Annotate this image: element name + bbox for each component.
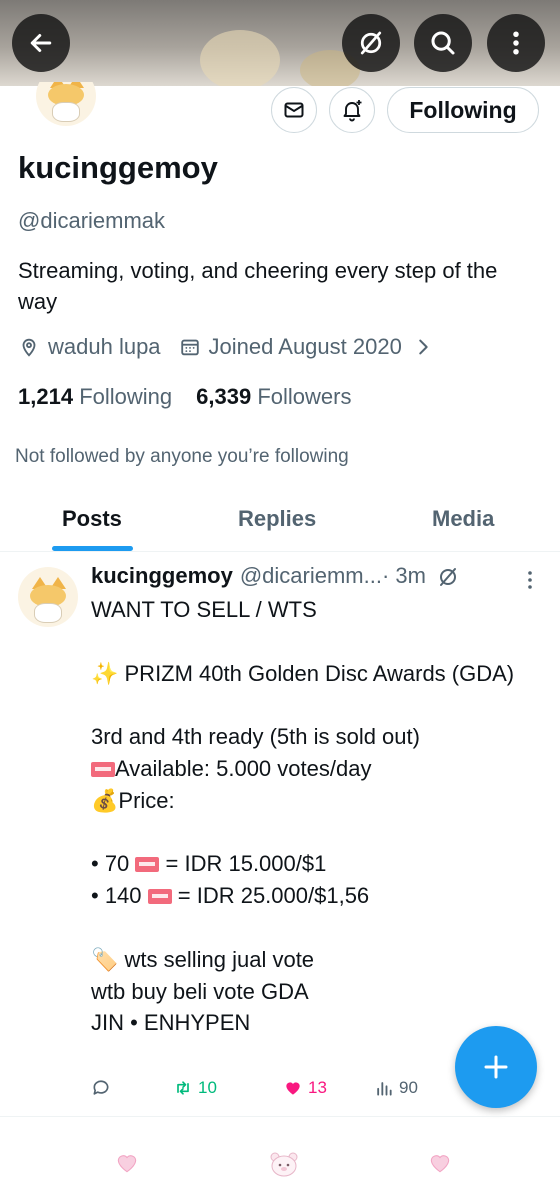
heart-icon	[117, 1155, 137, 1173]
not-followed-notice: Not followed by anyone you’re following	[15, 446, 349, 467]
ticket-icon	[147, 889, 172, 905]
post-line: = IDR 15.000/$1	[159, 851, 327, 877]
ticket-icon	[91, 761, 115, 777]
arrow-left-icon	[30, 34, 52, 52]
active-tab-indicator	[52, 546, 133, 551]
post-line: • 70	[91, 851, 136, 877]
vertical-dots-icon	[528, 571, 532, 589]
post-text: WANT TO SELL / WTS ✨ PRIZM 40th Golden D…	[91, 594, 546, 1039]
post-line: ✨ PRIZM 40th Golden Disc Awards (GDA)	[91, 660, 515, 686]
profile-banner[interactable]	[0, 0, 560, 86]
nav-heart-left[interactable]	[114, 1150, 140, 1180]
back-button[interactable]	[12, 14, 70, 72]
followers-count-link[interactable]: 6,339 Followers	[196, 384, 351, 410]
repost-count: 10	[198, 1078, 217, 1097]
following-label: Following	[79, 384, 173, 409]
like-button[interactable]: 13	[283, 1078, 327, 1098]
vertical-dots-icon	[513, 31, 519, 55]
grok-button[interactable]	[342, 14, 400, 72]
views-count: 90	[399, 1078, 418, 1097]
divider	[0, 1116, 560, 1117]
user-handle: @dicariemmak	[18, 208, 166, 233]
post-author-name[interactable]: kucinggemoy	[91, 563, 233, 589]
slashed-circle-icon[interactable]	[436, 565, 460, 589]
bear-face-icon	[270, 1152, 298, 1177]
location-pin-icon	[22, 338, 36, 357]
repost-icon	[177, 1081, 189, 1095]
reply-bubble-icon	[93, 1080, 109, 1095]
compose-button[interactable]	[455, 1026, 537, 1108]
display-name: kucinggemoy	[18, 150, 218, 185]
nav-bear-center[interactable]	[268, 1150, 300, 1182]
followers-count: 6,339	[196, 384, 252, 409]
post-line: 3rd and 4th ready (5th is sold out)	[91, 724, 420, 750]
calendar-icon	[180, 339, 199, 356]
search-icon	[431, 31, 455, 55]
like-count: 13	[308, 1078, 327, 1097]
banner-decoration	[200, 30, 280, 86]
following-count-link[interactable]: 1,214 Following	[18, 384, 172, 410]
message-button[interactable]	[271, 87, 317, 133]
cat-avatar-image	[18, 567, 78, 627]
post-time[interactable]: · 3m	[382, 563, 426, 589]
post-line: wtb buy beli vote GDA	[91, 978, 309, 1004]
search-button[interactable]	[414, 14, 472, 72]
post-line: • 140	[91, 883, 148, 909]
tab-media[interactable]: Media	[432, 506, 494, 532]
followers-label: Followers	[257, 384, 352, 409]
post-line: = IDR 25.000/$1,56	[171, 883, 370, 909]
bottom-navigation	[0, 1140, 560, 1190]
post-avatar[interactable]	[18, 567, 78, 627]
joined-text: Joined August 2020	[208, 334, 402, 359]
profile-bio: Streaming, voting, and cheering every st…	[18, 258, 498, 314]
location-text: waduh lupa	[48, 334, 161, 359]
repost-button[interactable]: 10	[173, 1078, 217, 1098]
tab-posts[interactable]: Posts	[62, 506, 122, 532]
profile-avatar[interactable]	[36, 82, 98, 126]
post-line: 🏷️ wts selling jual vote	[91, 946, 315, 972]
envelope-icon	[284, 102, 304, 118]
more-options-button[interactable]	[487, 14, 545, 72]
bell-plus-icon	[343, 100, 362, 122]
post-line: WANT TO SELL / WTS	[91, 597, 317, 622]
views-button[interactable]: 90	[374, 1078, 418, 1098]
post-line: JIN • ENHYPEN	[91, 1010, 251, 1036]
ticket-icon	[135, 857, 160, 873]
heart-filled-icon	[286, 1082, 300, 1095]
post-line: Available: 5.000 votes/day	[115, 755, 372, 781]
profile-tabs: Posts Replies Media	[0, 490, 560, 552]
post-header: kucinggemoy @dicariemm... · 3m	[91, 563, 460, 589]
notification-button[interactable]	[329, 87, 375, 133]
post-line: 💰Price:	[91, 787, 175, 813]
bar-chart-icon	[377, 1082, 392, 1096]
nav-heart-right[interactable]	[427, 1150, 453, 1180]
cat-avatar-image	[36, 82, 96, 126]
following-count: 1,214	[18, 384, 74, 409]
heart-icon	[430, 1155, 450, 1173]
follow-counts: 1,214 Following 6,339 Followers	[18, 384, 351, 410]
chevron-right-icon[interactable]	[412, 336, 434, 358]
profile-meta: waduh lupa Joined August 2020	[18, 334, 442, 360]
post-author-handle[interactable]: @dicariemm...	[240, 563, 382, 589]
tab-replies[interactable]: Replies	[238, 506, 316, 532]
slashed-circle-icon	[360, 31, 382, 55]
post-more-button[interactable]	[524, 568, 536, 596]
reply-button[interactable]	[91, 1078, 111, 1098]
following-button[interactable]: Following	[387, 87, 539, 133]
plus-icon	[484, 1055, 508, 1079]
